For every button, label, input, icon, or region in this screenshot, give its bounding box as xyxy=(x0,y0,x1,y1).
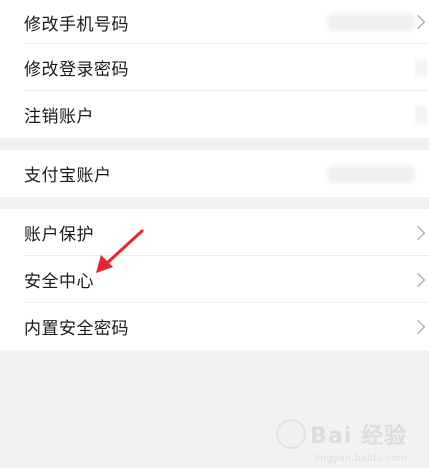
settings-group-account: 修改手机号码 修改登录密码 注销账户 xyxy=(0,0,429,138)
watermark-text: Bai 经验 xyxy=(310,424,407,449)
masked-value xyxy=(415,105,427,124)
settings-row-builtin-security-password[interactable]: 内置安全密码 xyxy=(0,303,429,350)
settings-row-label: 安全中心 xyxy=(24,272,94,292)
chevron-right-icon xyxy=(410,225,426,240)
settings-row-label: 修改手机号码 xyxy=(24,14,129,35)
baidu-paw-icon xyxy=(276,419,307,449)
chevron-right-icon xyxy=(410,272,426,287)
settings-row-label: 内置安全密码 xyxy=(24,319,129,339)
watermark-subtext: jingyan.baidu.com xyxy=(314,453,407,464)
settings-row-label: 修改登录密码 xyxy=(24,60,129,80)
settings-row-alipay-account[interactable]: 支付宝账户 xyxy=(0,150,429,197)
masked-phone-value xyxy=(327,13,415,31)
masked-value xyxy=(415,58,427,77)
settings-row-cancel-account[interactable]: 注销账户 xyxy=(0,91,429,138)
settings-row-change-login-password[interactable]: 修改登录密码 xyxy=(0,44,429,91)
masked-alipay-value xyxy=(327,164,415,183)
settings-row-label: 注销账户 xyxy=(24,107,94,127)
settings-row-security-center[interactable]: 安全中心 xyxy=(0,256,429,303)
baidu-jingyan-watermark: Bai 经验 jingyan.baidu.com xyxy=(276,418,407,464)
chevron-right-icon xyxy=(410,319,426,334)
settings-group-security: 账户保护 安全中心 内置安全密码 xyxy=(0,209,429,350)
settings-row-account-protection[interactable]: 账户保护 xyxy=(0,209,429,256)
settings-row-change-phone[interactable]: 修改手机号码 xyxy=(0,0,429,44)
settings-row-label: 支付宝账户 xyxy=(24,166,112,186)
settings-group-alipay: 支付宝账户 xyxy=(0,150,429,197)
settings-row-label: 账户保护 xyxy=(24,225,94,245)
